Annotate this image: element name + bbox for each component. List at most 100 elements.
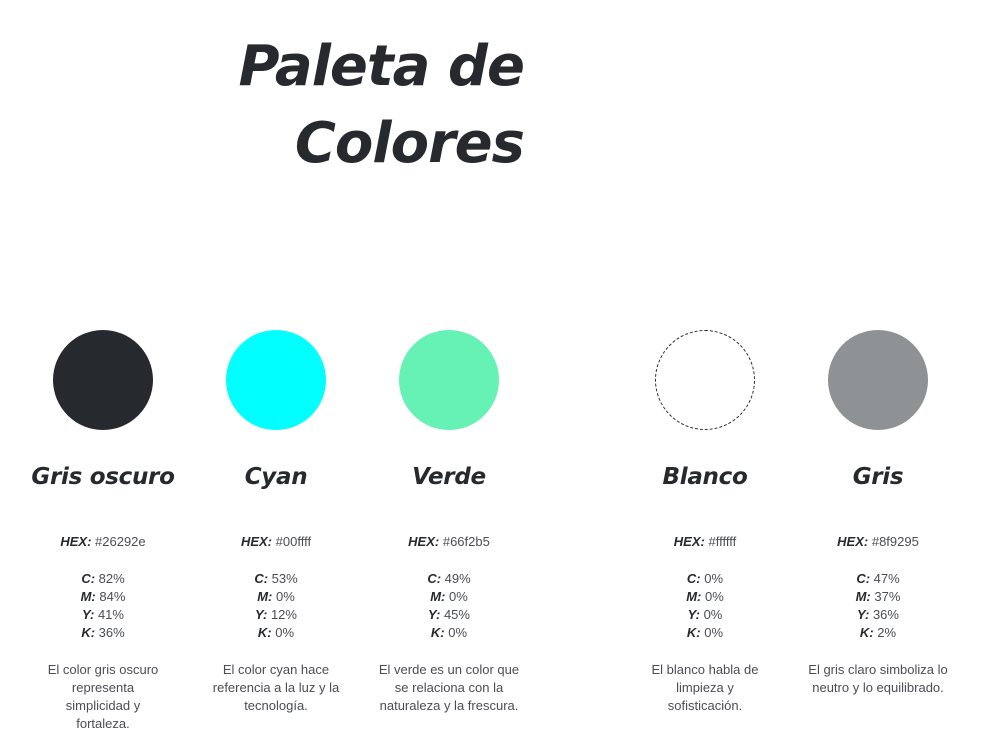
- cmyk-k-row: K: 36%: [18, 624, 188, 642]
- c-value: 47%: [873, 571, 900, 586]
- y-label: Y:: [255, 607, 268, 622]
- m-label: M:: [257, 589, 273, 604]
- color-swatch: [655, 330, 755, 430]
- hex-row: HEX: #66f2b5: [364, 533, 534, 551]
- title-line-1: Paleta de: [238, 34, 525, 99]
- cmyk-block: C: 82% M: 84% Y: 41% K: 36%: [18, 570, 188, 642]
- m-label: M:: [855, 589, 871, 604]
- k-value: 2%: [877, 625, 897, 640]
- y-label: Y:: [428, 607, 441, 622]
- cmyk-m-row: M: 0%: [620, 588, 790, 606]
- cmyk-m-row: M: 84%: [18, 588, 188, 606]
- cmyk-k-row: K: 0%: [620, 624, 790, 642]
- cmyk-m-row: M: 0%: [191, 588, 361, 606]
- cmyk-c-row: C: 53%: [191, 570, 361, 588]
- color-name: Verde: [412, 464, 486, 490]
- cmyk-c-row: C: 47%: [793, 570, 963, 588]
- c-label: C:: [856, 571, 871, 586]
- hex-label: HEX:: [673, 534, 705, 549]
- k-label: K:: [81, 625, 96, 640]
- color-card-cyan: Cyan HEX: #00ffff C: 53% M: 0% Y: 12% K:…: [191, 330, 361, 715]
- cmyk-y-row: Y: 12%: [191, 606, 361, 624]
- color-swatch: [53, 330, 153, 430]
- c-label: C:: [254, 571, 269, 586]
- c-value: 82%: [98, 571, 125, 586]
- hex-value: #66f2b5: [442, 534, 490, 549]
- cmyk-m-row: M: 37%: [793, 588, 963, 606]
- color-description: El verde es un color que se relaciona co…: [378, 662, 520, 713]
- color-description: El color gris oscuro representa simplici…: [47, 662, 159, 731]
- k-label: K:: [859, 625, 874, 640]
- hex-row: HEX: #ffffff: [620, 533, 790, 551]
- m-value: 0%: [276, 589, 295, 604]
- c-value: 49%: [444, 571, 471, 586]
- k-value: 0%: [275, 625, 295, 640]
- hex-label: HEX:: [60, 534, 92, 549]
- c-label: C:: [427, 571, 442, 586]
- hex-value: #8f9295: [871, 534, 919, 549]
- cmyk-block: C: 49% M: 0% Y: 45% K: 0%: [364, 570, 534, 642]
- m-value: 84%: [99, 589, 126, 604]
- k-label: K:: [686, 625, 701, 640]
- cmyk-c-row: C: 0%: [620, 570, 790, 588]
- color-swatch: [226, 330, 326, 430]
- cmyk-block: C: 47% M: 37% Y: 36% K: 2%: [793, 570, 963, 642]
- hex-label: HEX:: [408, 534, 440, 549]
- cmyk-k-row: K: 0%: [191, 624, 361, 642]
- y-value: 12%: [270, 607, 297, 622]
- cmyk-k-row: K: 2%: [793, 624, 963, 642]
- c-label: C:: [81, 571, 96, 586]
- cmyk-y-row: Y: 41%: [18, 606, 188, 624]
- y-value: 36%: [872, 607, 899, 622]
- cmyk-y-row: Y: 0%: [620, 606, 790, 624]
- color-name: Blanco: [662, 464, 748, 490]
- c-value: 53%: [271, 571, 298, 586]
- k-label: K:: [430, 625, 445, 640]
- y-label: Y:: [82, 607, 95, 622]
- color-name: Cyan: [244, 464, 308, 490]
- m-value: 0%: [705, 589, 724, 604]
- cmyk-block: C: 0% M: 0% Y: 0% K: 0%: [620, 570, 790, 642]
- color-card-gris: Gris HEX: #8f9295 C: 47% M: 37% Y: 36% K…: [793, 330, 963, 697]
- title-line-2: Colores: [294, 111, 525, 176]
- y-value: 0%: [703, 607, 723, 622]
- color-name: Gris: [852, 464, 904, 490]
- m-label: M:: [80, 589, 96, 604]
- color-swatch: [828, 330, 928, 430]
- color-name: Gris oscuro: [31, 464, 175, 490]
- hex-label: HEX:: [837, 534, 869, 549]
- y-label: Y:: [857, 607, 870, 622]
- color-card-verde: Verde HEX: #66f2b5 C: 49% M: 0% Y: 45% K…: [364, 330, 534, 715]
- color-description: El color cyan hace referencia a la luz y…: [212, 662, 340, 713]
- c-label: C:: [686, 571, 701, 586]
- hex-value: #26292e: [95, 534, 146, 549]
- color-description: El blanco habla de limpieza y sofisticac…: [651, 662, 759, 713]
- k-value: 0%: [448, 625, 468, 640]
- cmyk-k-row: K: 0%: [364, 624, 534, 642]
- color-swatch: [399, 330, 499, 430]
- cmyk-m-row: M: 0%: [364, 588, 534, 606]
- k-value: 0%: [704, 625, 724, 640]
- m-label: M:: [430, 589, 446, 604]
- c-value: 0%: [704, 571, 724, 586]
- page-title: Paleta de Colores: [200, 28, 525, 182]
- color-card-gris-oscuro: Gris oscuro HEX: #26292e C: 82% M: 84% Y…: [18, 330, 188, 733]
- cmyk-c-row: C: 49%: [364, 570, 534, 588]
- hex-label: HEX:: [240, 534, 272, 549]
- color-card-blanco: Blanco HEX: #ffffff C: 0% M: 0% Y: 0% K:…: [620, 330, 790, 715]
- cmyk-y-row: Y: 45%: [364, 606, 534, 624]
- cmyk-block: C: 53% M: 0% Y: 12% K: 0%: [191, 570, 361, 642]
- m-label: M:: [686, 589, 702, 604]
- hex-row: HEX: #8f9295: [793, 533, 963, 551]
- y-value: 41%: [97, 607, 124, 622]
- y-value: 45%: [443, 607, 470, 622]
- k-value: 36%: [98, 625, 125, 640]
- hex-value: #00ffff: [275, 534, 312, 549]
- k-label: K:: [257, 625, 272, 640]
- m-value: 37%: [874, 589, 901, 604]
- hex-row: HEX: #00ffff: [191, 533, 361, 551]
- cmyk-c-row: C: 82%: [18, 570, 188, 588]
- m-value: 0%: [449, 589, 468, 604]
- hex-value: #ffffff: [708, 534, 737, 549]
- color-description: El gris claro simboliza lo neutro y lo e…: [808, 662, 948, 695]
